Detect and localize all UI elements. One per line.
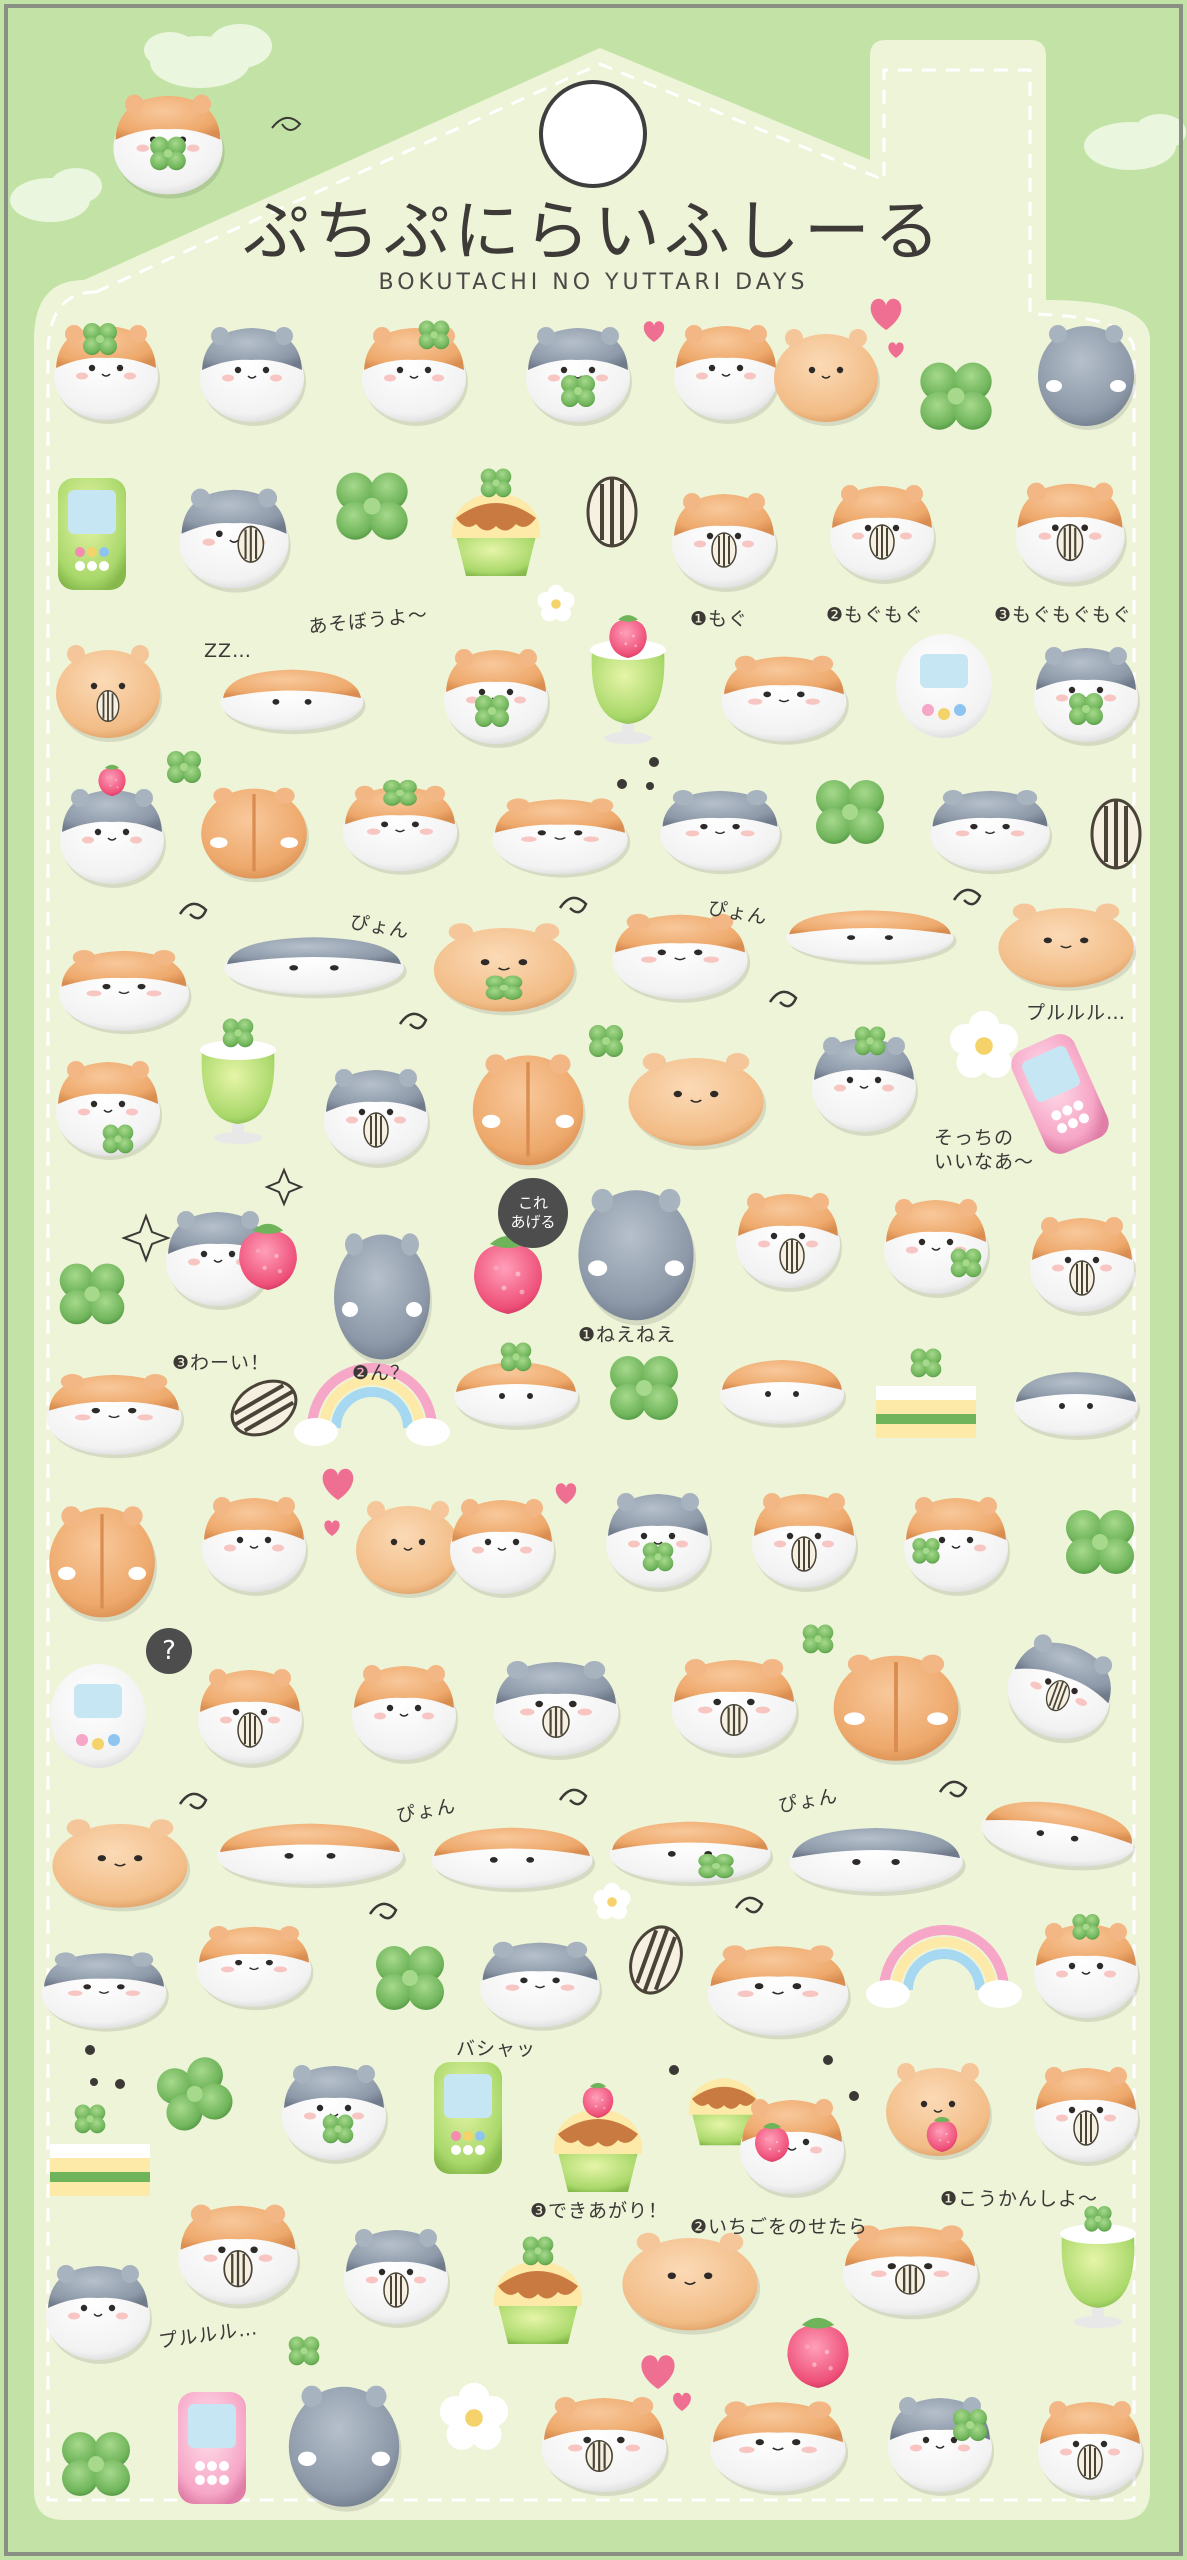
sunflower-seed-sticker[interactable] <box>1090 798 1142 870</box>
speech-bubble-text: これ あげる <box>510 1194 556 1231</box>
label-waai: ❸わーい！ <box>172 1352 271 1374</box>
label-mogu-3: ❸もぐもぐもぐ <box>994 604 1133 626</box>
hang-hole <box>539 80 647 188</box>
sleeping-hamsters-sticker[interactable] <box>220 669 366 735</box>
label-zzz: ZZ… <box>204 640 253 662</box>
hamster-clover-sticker[interactable] <box>609 1821 774 1887</box>
hamster-pair-sticker[interactable] <box>673 324 781 425</box>
hamster-sticker[interactable] <box>45 2264 153 2365</box>
hamster-sticker[interactable] <box>55 1060 163 1161</box>
hamster-seed-sticker[interactable] <box>1037 2400 1145 2501</box>
phone-sticker[interactable] <box>434 2062 502 2174</box>
hamster-sticker[interactable] <box>1033 646 1141 747</box>
hamster-sticker[interactable] <box>621 2231 762 2336</box>
hamster-seed-sticker[interactable] <box>671 492 779 593</box>
hamster-sticker[interactable] <box>929 789 1053 876</box>
hamster-sticker[interactable] <box>709 2400 850 2497</box>
hamster-sticker[interactable] <box>432 922 578 1017</box>
hamster-seed-sticker[interactable] <box>177 2203 301 2310</box>
hamster-seed-sticker[interactable] <box>323 1068 431 1169</box>
game-toy-sticker[interactable] <box>896 634 992 738</box>
label-mogu-2: ❷もぐもぐ <box>826 604 925 626</box>
hamster-seed-sticker[interactable] <box>197 1668 305 1769</box>
hamster-pair-sticker[interactable] <box>449 1498 557 1599</box>
hamster-seed-sticker[interactable] <box>1033 2066 1141 2167</box>
hamster-sticker[interactable] <box>341 779 461 876</box>
hamster-seed-sticker[interactable] <box>540 2396 670 2497</box>
hamster-sticker[interactable] <box>903 1496 1011 1597</box>
hamster-sticker[interactable] <box>627 1052 768 1151</box>
label-neenee: ❶ねえねえ <box>578 1324 677 1346</box>
hamster-seed-sticker[interactable] <box>841 2224 982 2321</box>
hamster-seed-sticker[interactable] <box>829 484 937 585</box>
hamster-pair-sticker[interactable] <box>355 1500 463 1599</box>
hamster-seed-sticker[interactable] <box>735 1192 843 1293</box>
hamster-sticker[interactable] <box>885 2062 993 2161</box>
hamster-sticker[interactable] <box>58 949 193 1036</box>
question-bubble: ? <box>146 1628 192 1674</box>
hamster-pair-sticker[interactable] <box>773 328 881 427</box>
hamster-sticker[interactable] <box>443 648 551 749</box>
label-dekiagari: ❸できあがり！ <box>530 2200 669 2222</box>
hamster-sticker[interactable] <box>1033 1914 1141 2023</box>
label-pururu-top: プルルル… <box>1026 1002 1127 1024</box>
hamster-sticker[interactable] <box>178 487 292 594</box>
label-mogu-1: ❶もぐ <box>690 608 749 630</box>
hamster-sticker[interactable] <box>491 797 632 879</box>
hamster-sticker[interactable] <box>351 1664 459 1765</box>
hamster-sticker[interactable] <box>45 1373 186 1460</box>
sticker-sheet <box>0 0 1187 2560</box>
hamster-seed-sticker[interactable] <box>343 2228 451 2329</box>
hamster-sticker[interactable] <box>997 902 1138 992</box>
hamster-sticker[interactable] <box>40 1951 170 2033</box>
hamster-jumping-sticker[interactable] <box>217 1823 406 1889</box>
hamster-clover-sticker[interactable] <box>887 2396 995 2497</box>
label-ichigo: ❷いちごをのせたら <box>690 2216 869 2238</box>
sheet-subtitle: BOKUTACHI NO YUTTARI DAYS <box>378 270 809 295</box>
game-toy-sticker[interactable] <box>50 1664 146 1768</box>
sheet-title: ぷちぷにらいふしーる <box>243 193 944 270</box>
hamster-sticker[interactable] <box>720 1360 846 1428</box>
hamster-seed-sticker[interactable] <box>751 1492 859 1593</box>
hamster-seed-sticker[interactable] <box>670 1658 800 1759</box>
hamster-sticker[interactable] <box>51 1818 192 1913</box>
hamster-sticker[interactable] <box>431 1827 596 1893</box>
hamster-berry-sticker[interactable] <box>739 2098 847 2199</box>
hamster-seed-sticker[interactable] <box>1029 1216 1137 1317</box>
hamster-sticker[interactable] <box>525 326 633 427</box>
hamster-sticker[interactable] <box>479 1940 603 2032</box>
label-koukan: ❶こうかんしよ〜 <box>940 2188 1099 2210</box>
hamster-jumping-sticker[interactable] <box>611 912 752 1004</box>
hamster-sticker[interactable] <box>361 320 469 427</box>
hamster-sticker[interactable] <box>706 1944 852 2041</box>
hamster-jumping-sticker[interactable] <box>224 937 407 999</box>
hamster-sticker[interactable] <box>55 644 163 743</box>
hamster-seed-sticker[interactable] <box>1014 481 1128 588</box>
hamster-sticker[interactable] <box>720 654 850 746</box>
speech-bubble-korea: これ あげる <box>498 1178 568 1248</box>
hamster-back-sticker[interactable] <box>195 1925 315 2012</box>
hamster-sticker[interactable] <box>883 1198 991 1299</box>
hamster-back-sticker[interactable] <box>659 789 783 876</box>
hamster-sticker[interactable] <box>53 323 161 425</box>
phone-sticker[interactable] <box>58 478 126 590</box>
hamster-sticker[interactable] <box>605 1492 713 1593</box>
sunflower-seed-sticker[interactable] <box>586 476 638 548</box>
phone-sticker[interactable] <box>178 2392 246 2504</box>
hamster-seed-sticker[interactable] <box>492 1660 622 1761</box>
hamster-sticker[interactable] <box>199 326 307 427</box>
label-n: ❷ん？ <box>352 1362 411 1384</box>
hamster-jumping-sticker[interactable] <box>786 910 957 965</box>
hamster-sticker[interactable] <box>281 2064 389 2165</box>
label-pashaa: バシャッ <box>456 2038 537 2060</box>
hamster-sticker[interactable] <box>201 1496 309 1597</box>
hamster-sticker[interactable] <box>811 1026 919 1137</box>
hamster-sticker[interactable] <box>1014 1372 1140 1440</box>
hamster-jumping-sticker[interactable] <box>789 1828 966 1896</box>
label-socchino: そっちの いいなあ〜 <box>934 1127 1035 1173</box>
